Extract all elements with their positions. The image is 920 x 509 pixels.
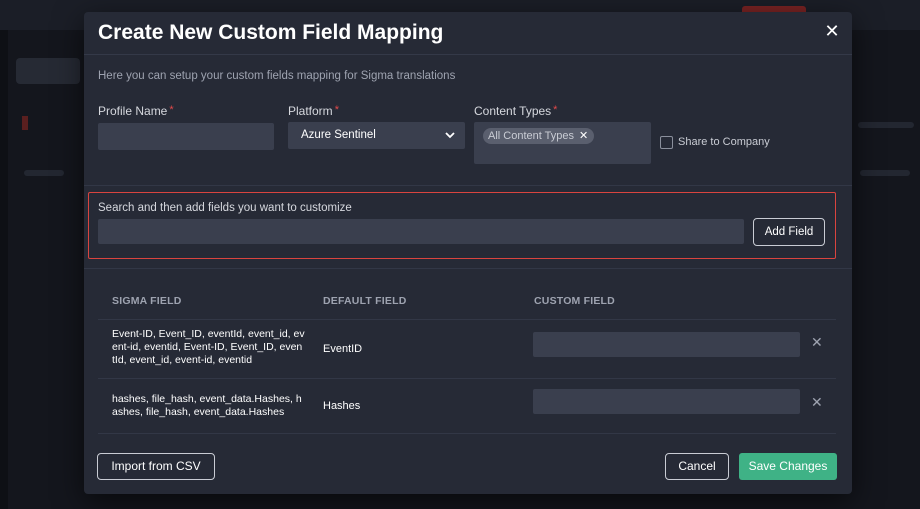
content-type-chip-label: All Content Types [488, 130, 575, 142]
profile-name-label: Profile Name * [98, 104, 174, 118]
close-icon[interactable]: ✕ [824, 22, 840, 40]
custom-field-input[interactable] [533, 332, 800, 357]
sigma-field-line: tId, event_id, event-id, eventid [112, 354, 253, 366]
share-to-company-label: Share to Company [678, 136, 770, 148]
background-row [860, 170, 910, 176]
table-row-sigma-field: Event-ID, Event_ID, eventId, event_id, e… [112, 328, 310, 367]
sigma-field-header: SIGMA FIELD [112, 295, 182, 307]
table-row-default-field: EventID [323, 343, 363, 355]
platform-select[interactable]: Azure Sentinel [288, 122, 465, 149]
platform-select-value: Azure Sentinel [301, 129, 376, 141]
field-search-label: Search and then add fields you want to c… [98, 202, 352, 214]
share-to-company-checkbox[interactable] [660, 136, 673, 149]
remove-row-icon[interactable]: ✕ [811, 335, 823, 349]
remove-row-icon[interactable]: ✕ [811, 395, 823, 409]
modal-title: Create New Custom Field Mapping [98, 21, 444, 44]
add-field-button[interactable]: Add Field [753, 218, 825, 246]
content-types-label: Content Types * [474, 104, 557, 118]
background-left-strip [0, 30, 8, 509]
required-marker: * [553, 104, 558, 116]
content-types-multiselect[interactable]: All Content Types ✕ [474, 122, 651, 164]
table-row-default-field: Hashes [323, 400, 361, 412]
field-search-input[interactable] [98, 219, 744, 244]
background-marker [22, 116, 28, 130]
chevron-down-icon [445, 132, 455, 139]
section-divider [84, 268, 852, 269]
sigma-field-line: ashes, file_hash, event_data.Hashes [112, 406, 285, 418]
table-row-divider [98, 433, 836, 434]
field-search-section: Search and then add fields you want to c… [88, 192, 836, 259]
custom-field-input[interactable] [533, 389, 800, 414]
cancel-button[interactable]: Cancel [665, 453, 729, 480]
table-row-divider [98, 319, 836, 320]
section-divider [84, 185, 852, 186]
content-types-label-text: Content Types [474, 104, 552, 118]
platform-label-text: Platform [288, 104, 333, 118]
save-changes-button[interactable]: Save Changes [739, 453, 837, 480]
sigma-field-line: ent-id, eventid, Event-ID, Event_ID, eve… [112, 341, 303, 353]
required-marker: * [334, 104, 339, 116]
content-type-chip: All Content Types ✕ [483, 128, 595, 144]
custom-field-mapping-modal: Create New Custom Field Mapping ✕ Here y… [84, 12, 852, 494]
modal-subtitle: Here you can setup your custom fields ma… [98, 70, 456, 82]
platform-label: Platform * [288, 104, 339, 118]
default-field-header: DEFAULT FIELD [323, 295, 407, 307]
required-marker: * [169, 104, 174, 116]
table-row-sigma-field: hashes, file_hash, event_data.Hashes, h … [112, 393, 310, 419]
background-row [858, 122, 914, 128]
remove-chip-icon[interactable]: ✕ [579, 130, 588, 142]
background-page-title [16, 58, 80, 84]
background-row [24, 170, 64, 176]
modal-header: Create New Custom Field Mapping ✕ [84, 12, 852, 55]
import-csv-button[interactable]: Import from CSV [97, 453, 215, 480]
profile-name-input[interactable] [98, 123, 274, 150]
table-row-divider [98, 378, 836, 379]
profile-name-label-text: Profile Name [98, 104, 168, 118]
custom-field-header: CUSTOM FIELD [534, 295, 615, 307]
sigma-field-line: hashes, file_hash, event_data.Hashes, h [112, 393, 302, 405]
sigma-field-line: Event-ID, Event_ID, eventId, event_id, e… [112, 328, 305, 340]
